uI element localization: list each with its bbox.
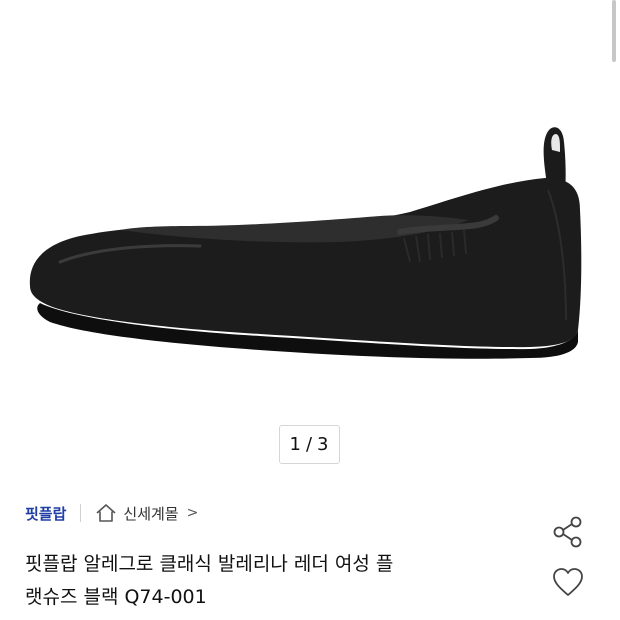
product-image [29, 127, 582, 359]
product-title-line1: 핏플랍 알레그로 클래식 발레리나 레더 여성 플 [25, 553, 394, 575]
store-link[interactable]: 신세계몰 > [95, 503, 198, 524]
brand-link[interactable]: 핏플랍 [25, 503, 66, 524]
product-title: 핏플랍 알레그로 클래식 발레리나 레더 여성 플 랫슈즈 블랙 Q74-001 [25, 548, 525, 614]
store-name: 신세계몰 [123, 504, 179, 523]
pager-total: 3 [317, 434, 330, 455]
product-title-line2: 랫슈즈 블랙 Q74-001 [25, 586, 207, 608]
image-pager: 1 / 3 [279, 425, 340, 464]
product-info: 핏플랍 신세계몰 > 핏플랍 알레그로 클래식 발레리나 레더 여성 플 랫슈즈… [0, 470, 620, 620]
pager-current: 1 [289, 434, 302, 455]
product-image-gallery[interactable]: 1 / 3 [0, 0, 620, 470]
chevron-right-icon: > [186, 505, 199, 521]
home-icon [96, 504, 116, 522]
pager-separator: / [305, 434, 314, 455]
product-page: 1 / 3 핏플랍 신세계몰 > 핏플랍 알레그로 클래식 발레리나 레더 여성… [0, 0, 620, 620]
share-button[interactable] [548, 512, 588, 552]
share-icon [553, 516, 582, 548]
heart-icon [553, 568, 583, 596]
brand-divider [80, 504, 82, 522]
like-button[interactable] [548, 562, 588, 602]
brand-row: 핏플랍 신세계몰 > [25, 500, 198, 526]
